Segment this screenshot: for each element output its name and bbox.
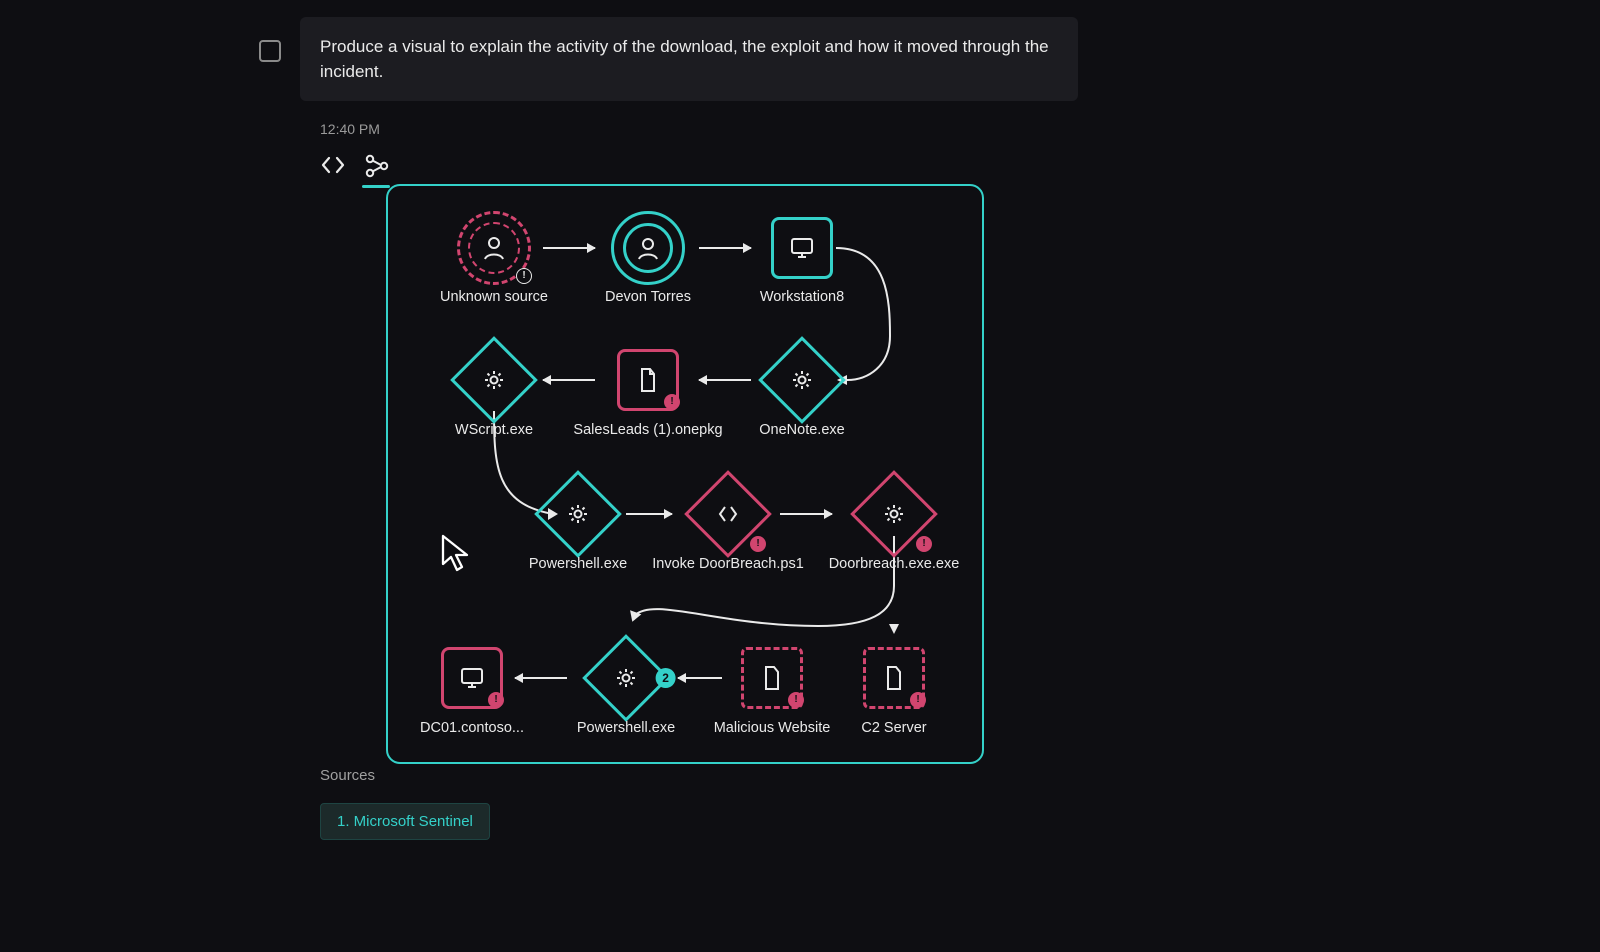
node-malicious-website[interactable]: ! <box>741 647 803 709</box>
tab-graph[interactable] <box>364 154 390 180</box>
node-powershell-b[interactable]: 2 <box>582 634 670 722</box>
label-dc01: DC01.contoso... <box>392 720 552 736</box>
view-tabs <box>320 154 404 180</box>
node-invoke-doorbreach[interactable]: ! <box>684 470 772 558</box>
label-powershell-b: Powershell.exe <box>546 720 706 736</box>
label-onenote: OneNote.exe <box>722 422 882 438</box>
label-unknown-source: Unknown source <box>414 289 574 305</box>
label-wscript: WScript.exe <box>414 422 574 438</box>
node-devon-torres[interactable] <box>611 211 685 285</box>
node-doorbreach[interactable]: ! <box>850 470 938 558</box>
arrow-icon <box>678 677 722 679</box>
arrow-icon <box>515 677 567 679</box>
node-c2-server[interactable]: ! <box>863 647 925 709</box>
user-alert-icon: ! <box>460 214 528 282</box>
arrow-icon <box>626 513 672 515</box>
gear-icon <box>598 650 654 706</box>
count-badge: 2 <box>656 668 676 688</box>
sources-heading: Sources <box>320 767 375 784</box>
code-icon <box>320 154 346 176</box>
tab-code[interactable] <box>320 154 346 180</box>
source-link-sentinel[interactable]: 1. Microsoft Sentinel <box>320 803 490 840</box>
node-salesleads[interactable]: ! <box>617 349 679 411</box>
label-doorbreach: Doorbreach.exe.exe <box>814 556 974 572</box>
user-prompt-bubble: Produce a visual to explain the activity… <box>300 17 1078 101</box>
label-devon-torres: Devon Torres <box>568 289 728 305</box>
attack-graph-diagram: ! Unknown source Devon Torres Workstatio… <box>386 184 984 764</box>
node-powershell-a[interactable] <box>534 470 622 558</box>
label-powershell-a: Powershell.exe <box>498 556 658 572</box>
node-workstation8[interactable] <box>771 217 833 279</box>
gear-icon <box>550 486 606 542</box>
script-alert-icon: ! <box>700 486 756 542</box>
monitor-alert-icon: ! <box>444 650 500 706</box>
node-onenote[interactable] <box>758 336 846 424</box>
arrow-icon <box>543 379 595 381</box>
response-timestamp: 12:40 PM <box>320 121 380 137</box>
arrow-icon <box>543 247 595 249</box>
file-alert-icon: ! <box>866 650 922 706</box>
user-icon <box>614 214 682 282</box>
graph-icon <box>364 154 390 178</box>
label-salesleads: SalesLeads (1).onepkg <box>568 422 728 438</box>
gear-icon <box>774 352 830 408</box>
gear-icon <box>466 352 522 408</box>
arrow-icon <box>780 513 832 515</box>
label-c2-server: C2 Server <box>814 720 974 736</box>
node-dc01[interactable]: ! <box>441 647 503 709</box>
gear-alert-icon: ! <box>866 486 922 542</box>
label-workstation8: Workstation8 <box>722 289 882 305</box>
monitor-icon <box>774 220 830 276</box>
label-invoke-doorbreach: Invoke DoorBreach.ps1 <box>648 556 808 572</box>
arrow-icon <box>699 379 751 381</box>
arrow-icon <box>699 247 751 249</box>
file-alert-icon: ! <box>744 650 800 706</box>
node-wscript[interactable] <box>450 336 538 424</box>
node-unknown-source[interactable]: ! <box>457 211 531 285</box>
prompt-text: Produce a visual to explain the activity… <box>320 34 1058 85</box>
prompt-checkbox[interactable] <box>259 40 281 62</box>
file-alert-icon: ! <box>620 352 676 408</box>
